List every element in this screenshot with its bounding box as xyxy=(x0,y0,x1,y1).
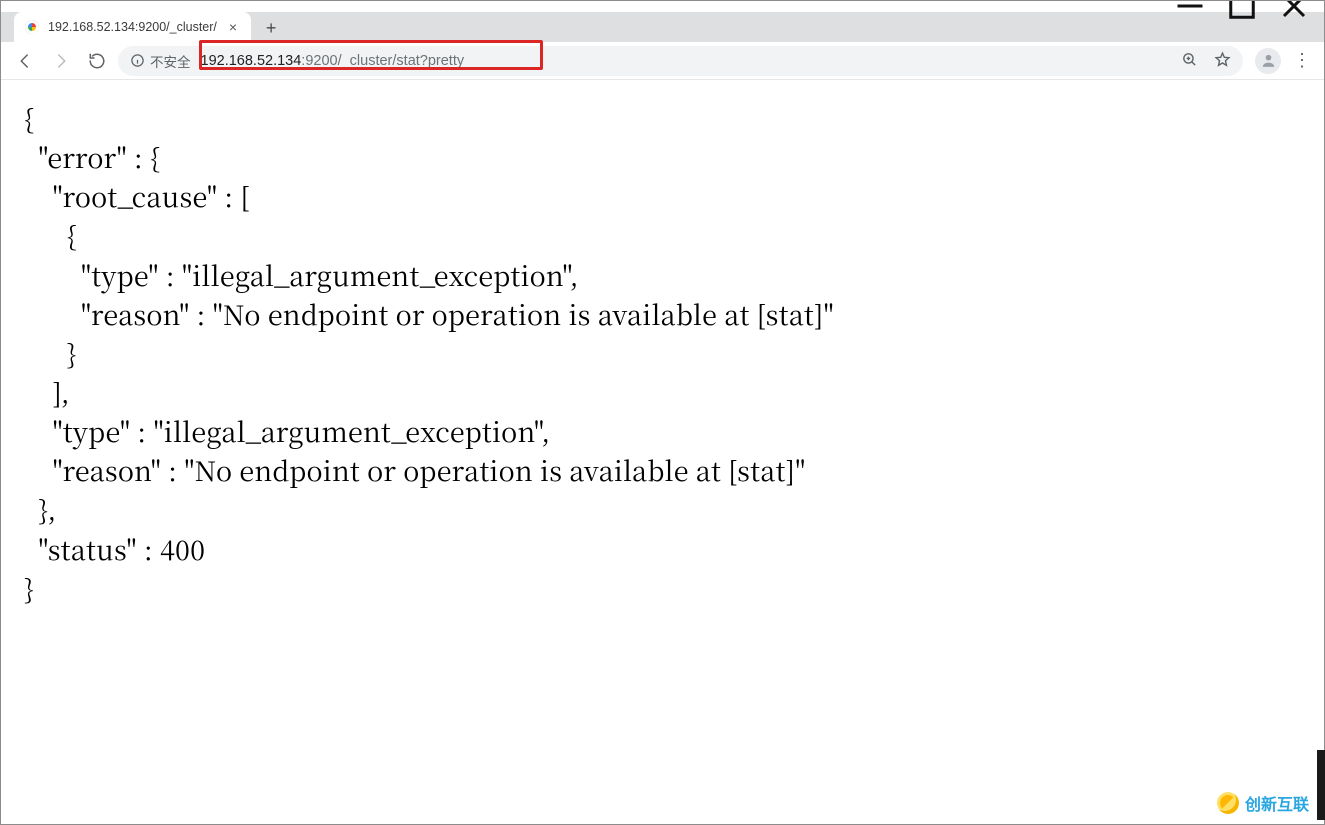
url-path: :9200/_cluster/stat?pretty xyxy=(301,53,464,69)
url-host: 192.168.52.134 xyxy=(201,53,302,69)
window-close-button[interactable] xyxy=(1279,0,1309,12)
browser-tab-active[interactable]: 192.168.52.134:9200/_cluster/ × xyxy=(14,12,251,42)
omnibox-actions xyxy=(1181,51,1231,71)
profile-avatar-button[interactable] xyxy=(1255,48,1281,74)
tab-title: 192.168.52.134:9200/_cluster/ xyxy=(48,20,217,34)
tab-favicon-icon xyxy=(24,19,40,35)
user-icon xyxy=(1260,52,1277,69)
watermark: 创新互联 xyxy=(1209,787,1317,819)
right-edge-strip xyxy=(1317,750,1325,820)
security-chip[interactable]: 不安全 xyxy=(130,51,191,71)
security-label: 不安全 xyxy=(150,51,191,71)
back-button[interactable] xyxy=(10,46,40,76)
kebab-menu-button[interactable]: ⋮ xyxy=(1289,50,1315,71)
url-text: 192.168.52.134:9200/_cluster/stat?pretty xyxy=(201,53,465,69)
page-content: { "error" : { "root_cause" : [ { "type" … xyxy=(0,80,1325,625)
info-icon xyxy=(130,53,145,68)
tab-close-button[interactable]: × xyxy=(225,19,241,35)
window-maximize-button[interactable] xyxy=(1227,0,1257,12)
new-tab-button[interactable]: + xyxy=(257,14,285,42)
reload-button[interactable] xyxy=(82,46,112,76)
watermark-icon xyxy=(1217,792,1239,814)
browser-toolbar: 不安全 192.168.52.134:9200/_cluster/stat?pr… xyxy=(0,42,1325,80)
bookmark-star-icon[interactable] xyxy=(1214,51,1231,71)
tab-strip: 192.168.52.134:9200/_cluster/ × + xyxy=(0,12,1325,42)
window-titlebar xyxy=(0,0,1325,12)
address-bar[interactable]: 不安全 192.168.52.134:9200/_cluster/stat?pr… xyxy=(118,46,1243,76)
window-controls xyxy=(1175,0,1323,12)
forward-button[interactable] xyxy=(46,46,76,76)
window-minimize-button[interactable] xyxy=(1175,0,1205,12)
zoom-icon[interactable] xyxy=(1181,51,1198,71)
watermark-text: 创新互联 xyxy=(1245,791,1309,815)
